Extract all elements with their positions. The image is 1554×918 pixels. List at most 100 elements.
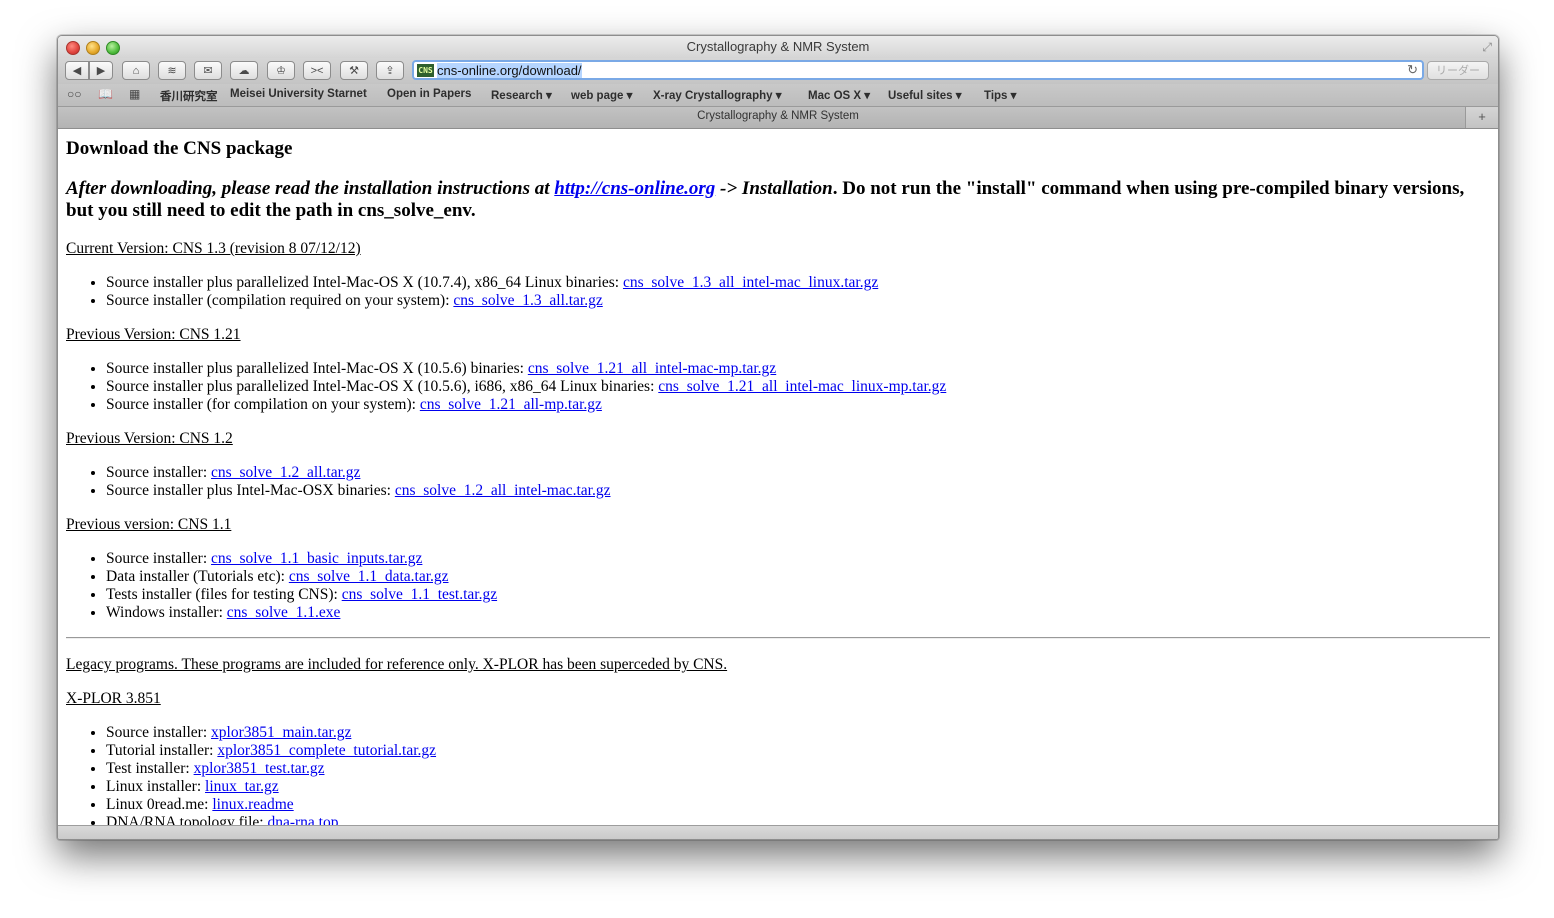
new-tab-button[interactable]: + (1465, 107, 1498, 128)
section-title: X-PLOR 3.851 (66, 690, 161, 707)
forward-button[interactable]: ▶ (89, 61, 113, 80)
list-item: Data installer (Tutorials etc): cns_solv… (106, 568, 497, 586)
status-bar (58, 825, 1498, 839)
bookmarks-bar: ○○ 📖 ▦ 香川研究室 Meisei University Starnet O… (58, 84, 1498, 107)
forward-icon: ▶ (96, 65, 106, 77)
list-item: Tests installer (files for testing CNS):… (106, 586, 497, 604)
download-link[interactable]: dna-rna.top (267, 814, 338, 825)
cns-online-link[interactable]: http://cns-online.org (554, 178, 715, 199)
share-button[interactable]: ⇪ (376, 61, 404, 80)
section-title: Previous Version: CNS 1.21 (66, 326, 241, 343)
list-item: Tutorial installer: xplor3851_complete_t… (106, 742, 436, 760)
download-link[interactable]: linux.readme (212, 796, 293, 813)
address-bar[interactable]: CNS cns-online.org/download/ ↻ (412, 60, 1424, 80)
wrench-icon: ⚒ (349, 65, 359, 77)
download-link[interactable]: xplor3851_complete_tutorial.tar.gz (217, 742, 436, 759)
reading-list-icon[interactable]: ○○ (67, 87, 82, 101)
list-item: Windows installer: cns_solve_1.1.exe (106, 604, 497, 622)
item-text: Source installer: (106, 724, 212, 741)
download-link[interactable]: cns_solve_1.1_data.tar.gz (289, 568, 449, 585)
bookmark-folder[interactable]: web page ▾ (571, 88, 632, 102)
list-item: Source installer plus parallelized Intel… (106, 378, 946, 396)
page-title: Download the CNS package (66, 138, 293, 159)
download-link[interactable]: cns_solve_1.21_all-mp.tar.gz (420, 396, 602, 413)
home-icon: ⌂ (132, 64, 140, 77)
bookmark-folder[interactable]: Tips ▾ (984, 88, 1016, 102)
list-item: Linux installer: linux_tar.gz (106, 778, 436, 796)
item-text: Data installer (Tutorials etc): (106, 568, 289, 585)
rss-button[interactable]: ≋ (158, 61, 186, 80)
cloud-button[interactable]: ☁ (230, 61, 258, 80)
bookmarks-book-icon[interactable]: 📖 (98, 87, 113, 101)
note-italic: -> Installation (715, 178, 833, 199)
collapse-button[interactable]: >< (303, 61, 331, 80)
list-item: Source installer: cns_solve_1.2_all.tar.… (106, 464, 611, 482)
section-title: Previous Version: CNS 1.2 (66, 430, 233, 447)
item-text: Source installer: (106, 464, 212, 481)
item-text: Linux installer: (106, 778, 206, 795)
share-icon: ⇪ (385, 65, 395, 77)
bookmark-folder[interactable]: Research ▾ (491, 88, 552, 102)
download-link[interactable]: cns_solve_1.2_all_intel-mac.tar.gz (395, 482, 611, 499)
download-list: Source installer: xplor3851_main.tar.gz … (66, 724, 436, 825)
bookmark-folder[interactable]: Useful sites ▾ (888, 88, 962, 102)
title-bar: Crystallography & NMR System ⤢ (58, 36, 1498, 58)
download-link[interactable]: cns_solve_1.1.exe (227, 604, 341, 621)
rss-icon: ≋ (167, 65, 177, 77)
download-link[interactable]: cns_solve_1.2_all.tar.gz (211, 464, 360, 481)
download-link[interactable]: linux_tar.gz (205, 778, 279, 795)
bookmark-folder[interactable]: X-ray Crystallography ▾ (653, 88, 782, 102)
download-link[interactable]: cns_solve_1.21_all_intel-mac-mp.tar.gz (528, 360, 776, 377)
legacy-note: Legacy programs. These programs are incl… (66, 656, 728, 673)
item-text: Source installer plus parallelized Intel… (106, 274, 623, 291)
bookmark-folder-label: X-ray Crystallography (653, 90, 773, 102)
chevron-down-icon: ▾ (955, 90, 962, 102)
download-link[interactable]: cns_solve_1.1_basic_inputs.tar.gz (211, 550, 422, 567)
bookmark-folder[interactable]: Mac OS X ▾ (808, 88, 870, 102)
top-sites-grid-icon[interactable]: ▦ (129, 87, 140, 101)
chevron-down-icon: ▾ (546, 90, 552, 102)
bookmark-item[interactable]: 香川研究室 (160, 88, 218, 104)
list-item: Source installer: cns_solve_1.1_basic_in… (106, 550, 497, 568)
list-item: Source installer: xplor3851_main.tar.gz (106, 724, 436, 742)
wrench-button[interactable]: ⚒ (340, 61, 368, 80)
download-link[interactable]: cns_solve_1.21_all_intel-mac_linux-mp.ta… (658, 378, 946, 395)
download-link[interactable]: xplor3851_test.tar.gz (194, 760, 325, 777)
install-note: After downloading, please read the insta… (66, 178, 1486, 222)
bookmark-item[interactable]: Open in Papers (387, 88, 471, 100)
divider (66, 637, 1490, 639)
window-title: Crystallography & NMR System (686, 39, 870, 54)
download-link[interactable]: cns_solve_1.3_all_intel-mac_linux.tar.gz (623, 274, 878, 291)
download-list: Source installer: cns_solve_1.2_all.tar.… (66, 464, 611, 500)
site-favicon: CNS (417, 64, 434, 77)
list-item: Source installer (for compilation on you… (106, 396, 946, 414)
fullscreen-icon[interactable]: ⤢ (1482, 40, 1492, 55)
note-italic: After downloading, please read the insta… (66, 178, 555, 199)
item-text: Test installer: (106, 760, 194, 777)
download-link[interactable]: xplor3851_main.tar.gz (211, 724, 351, 741)
reader-button[interactable]: リーダー (1427, 61, 1489, 80)
crown-icon: ♔ (276, 65, 286, 77)
mail-button[interactable]: ✉ (194, 61, 222, 80)
back-icon: ◀ (72, 65, 82, 77)
home-button[interactable]: ⌂ (122, 61, 150, 80)
back-button[interactable]: ◀ (65, 61, 89, 80)
crown-button[interactable]: ♔ (267, 61, 295, 80)
browser-window: Crystallography & NMR System ⤢ ◀ ▶ ⌂ ≋ ✉… (57, 35, 1499, 840)
plus-icon: + (1478, 109, 1486, 124)
item-text: Source installer plus Intel-Mac-OSX bina… (106, 482, 395, 499)
bookmark-item[interactable]: Meisei University Starnet (230, 88, 367, 100)
download-link[interactable]: cns_solve_1.1_test.tar.gz (342, 586, 497, 603)
section-title: Previous version: CNS 1.1 (66, 516, 232, 533)
bookmark-folder-label: Tips (984, 90, 1008, 102)
item-text: Source installer (for compilation on you… (106, 396, 420, 413)
tab-active[interactable]: Crystallography & NMR System (58, 110, 1498, 122)
list-item: Source installer plus parallelized Intel… (106, 360, 946, 378)
download-link[interactable]: cns_solve_1.3_all.tar.gz (453, 292, 602, 309)
page-content: Download the CNS package After downloadi… (58, 129, 1498, 825)
url-text[interactable]: cns-online.org/download/ (437, 63, 582, 78)
list-item: Source installer (compilation required o… (106, 292, 878, 310)
mail-icon: ✉ (203, 65, 213, 77)
reload-icon[interactable]: ↻ (1407, 62, 1418, 78)
item-text: Source installer (compilation required o… (106, 292, 454, 309)
